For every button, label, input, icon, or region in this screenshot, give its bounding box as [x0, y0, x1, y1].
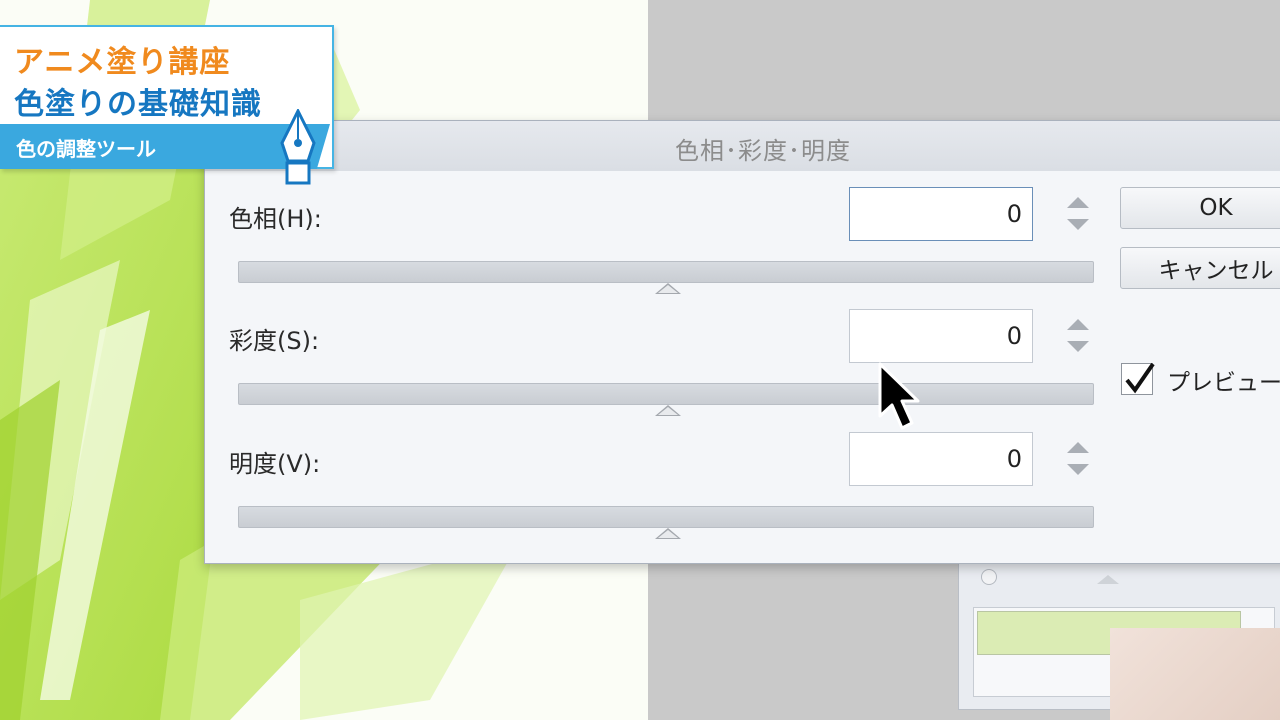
hue-spinner[interactable] — [1065, 195, 1091, 235]
hue-slider-thumb[interactable] — [655, 283, 681, 294]
panel-radio — [981, 569, 997, 585]
course-title: アニメ塗り講座 — [14, 45, 231, 80]
value-spinner[interactable] — [1065, 440, 1091, 480]
saturation-decrement-arrow[interactable] — [1067, 341, 1089, 352]
hue-saturation-value-dialog: 色相･彩度･明度 色相(H): 彩度(S): 明度(V): OK — [204, 120, 1280, 564]
value-input[interactable] — [849, 432, 1033, 486]
panel-slider-thumb — [1097, 575, 1119, 584]
hue-label: 色相(H): — [229, 205, 322, 233]
value-slider-track[interactable] — [238, 506, 1094, 528]
value-slider-thumb[interactable] — [655, 528, 681, 539]
checkmark-icon — [1125, 362, 1155, 394]
hue-slider-track[interactable] — [238, 261, 1094, 283]
value-increment-arrow[interactable] — [1067, 442, 1089, 453]
saturation-slider-track[interactable] — [238, 383, 1094, 405]
saturation-spinner[interactable] — [1065, 317, 1091, 357]
cancel-button[interactable]: キャンセル — [1120, 247, 1280, 289]
pen-nib-icon — [280, 109, 316, 185]
arrow-cursor-icon — [878, 362, 920, 430]
ok-button[interactable]: OK — [1120, 187, 1280, 229]
saturation-label: 彩度(S): — [229, 327, 320, 355]
hue-increment-arrow[interactable] — [1067, 197, 1089, 208]
tutorial-title-card: アニメ塗り講座 色塗りの基礎知識 色の調整ツール — [0, 25, 334, 185]
section-label: 色の調整ツール — [16, 137, 156, 161]
dialog-titlebar[interactable]: 色相･彩度･明度 — [205, 121, 1280, 171]
cancel-button-label: キャンセル — [1158, 258, 1274, 284]
background-photo — [1110, 628, 1280, 720]
saturation-increment-arrow[interactable] — [1067, 319, 1089, 330]
ok-button-label: OK — [1199, 195, 1233, 221]
value-label: 明度(V): — [229, 450, 321, 478]
preview-label: プレビュー( — [1167, 370, 1280, 396]
lesson-title: 色塗りの基礎知識 — [14, 87, 262, 122]
hue-decrement-arrow[interactable] — [1067, 219, 1089, 230]
dialog-title: 色相･彩度･明度 — [675, 137, 851, 165]
dialog-body: 色相(H): 彩度(S): 明度(V): OK キャンセル — [205, 171, 1280, 563]
preview-checkbox[interactable] — [1121, 362, 1155, 395]
value-decrement-arrow[interactable] — [1067, 464, 1089, 475]
saturation-input[interactable] — [849, 309, 1033, 363]
saturation-slider-thumb[interactable] — [655, 405, 681, 416]
hue-input[interactable] — [849, 187, 1033, 241]
